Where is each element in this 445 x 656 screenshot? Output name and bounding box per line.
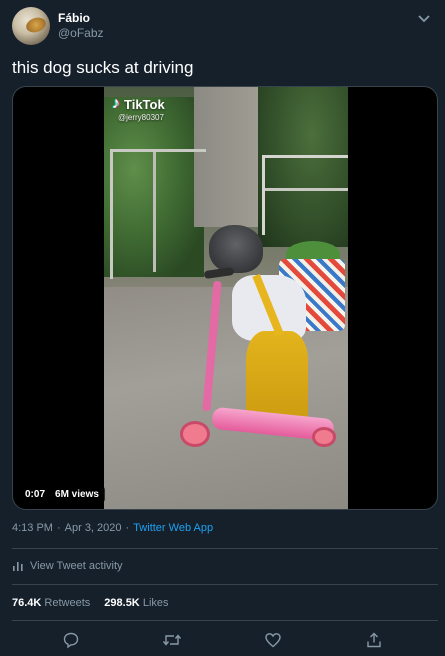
scooter-handlebar [203, 266, 235, 280]
tweet-stats: 76.4K Retweets 298.5K Likes [12, 597, 169, 609]
retweets-count: 76.4K [12, 597, 42, 609]
author-names: Fábio @oFabz [58, 11, 104, 41]
tweet-header: Fábio @oFabz [12, 6, 104, 46]
author-display-name[interactable]: Fábio [58, 11, 104, 26]
tweet-date[interactable]: Apr 3, 2020 [65, 522, 122, 534]
tiktok-watermark: ♪ TikTok [112, 95, 165, 113]
tiktok-logo-icon: ♪ [112, 95, 120, 112]
author-handle[interactable]: @oFabz [58, 26, 104, 41]
video-player[interactable]: ♪ TikTok @jerry80307 0:07 6M views [12, 86, 438, 510]
dog-head [209, 225, 263, 273]
tweet-actions [0, 630, 445, 650]
chevron-down-icon[interactable] [417, 14, 431, 24]
heart-icon[interactable] [263, 630, 283, 650]
meta-separator: · [125, 522, 130, 534]
video-info-badge: 0:07 6M views [19, 486, 105, 503]
video-railing-left [110, 149, 206, 279]
likes-stat[interactable]: 298.5K Likes [104, 597, 168, 609]
video-frame[interactable]: ♪ TikTok @jerry80307 [104, 87, 348, 509]
divider [12, 620, 438, 621]
view-tweet-activity-label: View Tweet activity [30, 560, 123, 572]
tweet-time[interactable]: 4:13 PM [12, 522, 53, 534]
video-views: 6M views [55, 489, 99, 500]
video-railing-right [262, 155, 348, 235]
avatar[interactable] [12, 7, 50, 45]
scooter-front-wheel [180, 421, 210, 447]
tweet-source-link[interactable]: Twitter Web App [133, 522, 213, 534]
tweet-text: this dog sucks at driving [12, 58, 194, 77]
divider [12, 584, 438, 585]
retweet-icon[interactable] [162, 630, 182, 650]
share-icon[interactable] [364, 630, 384, 650]
likes-count: 298.5K [104, 597, 140, 609]
tiktok-brand: TikTok [124, 96, 165, 112]
view-tweet-activity[interactable]: View Tweet activity [12, 560, 123, 572]
meta-separator: · [56, 522, 61, 534]
reply-icon[interactable] [61, 630, 81, 650]
tiktok-username: @jerry80307 [118, 113, 164, 122]
video-duration: 0:07 [25, 489, 46, 500]
analytics-icon [12, 560, 24, 572]
retweets-label: Retweets [44, 597, 91, 609]
scooter-rear-wheel [312, 427, 336, 447]
avatar-image [24, 15, 48, 35]
divider [12, 548, 438, 549]
retweets-stat[interactable]: 76.4K Retweets [12, 597, 90, 609]
tweet-metadata: 4:13 PM · Apr 3, 2020 · Twitter Web App [12, 522, 213, 534]
likes-label: Likes [142, 597, 169, 609]
